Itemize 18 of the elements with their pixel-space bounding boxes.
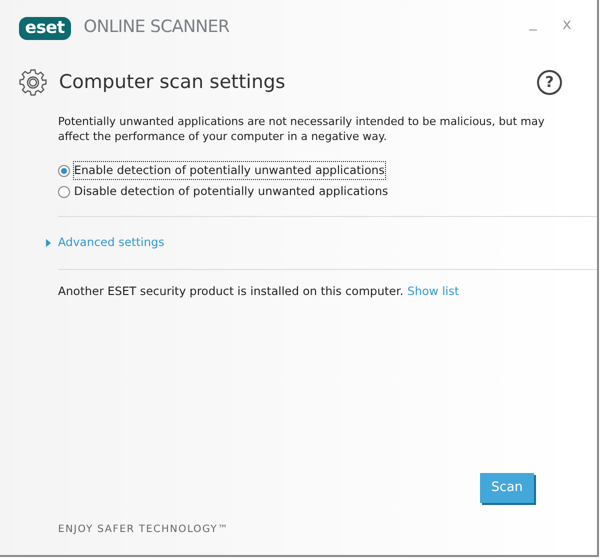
advanced-settings-link[interactable]: Advanced settings	[46, 234, 164, 252]
gear-icon	[19, 68, 47, 96]
show-list-link[interactable]: Show list	[407, 282, 459, 300]
scan-button[interactable]: Scan	[480, 473, 534, 503]
description-text: Potentially unwanted applications are not necessarily intended to be malicious, but may affect the performance of your computer in a negative way.	[58, 114, 546, 144]
logo: eset	[19, 16, 71, 40]
radio-button[interactable]	[58, 186, 70, 198]
close-button[interactable]: x	[557, 12, 577, 36]
page-heading: Computer scan settings	[59, 70, 286, 95]
help-button[interactable]: ?	[537, 70, 562, 94]
caret-icon	[46, 238, 52, 246]
option-label[interactable]: Disable detection of potentially unwanted applications	[74, 183, 388, 200]
radio-button[interactable]	[58, 164, 70, 177]
option-label[interactable]: Enable detection of potentially unwanted applications	[74, 162, 385, 180]
minimize-button[interactable]: _	[523, 10, 543, 34]
window-title: ONLINE SCANNER	[84, 16, 230, 40]
footer-slogan: ENJOY SAFER TECHNOLOGY™	[58, 522, 229, 536]
notice-text: Another ESET security product is installed on this computer.	[58, 282, 404, 300]
